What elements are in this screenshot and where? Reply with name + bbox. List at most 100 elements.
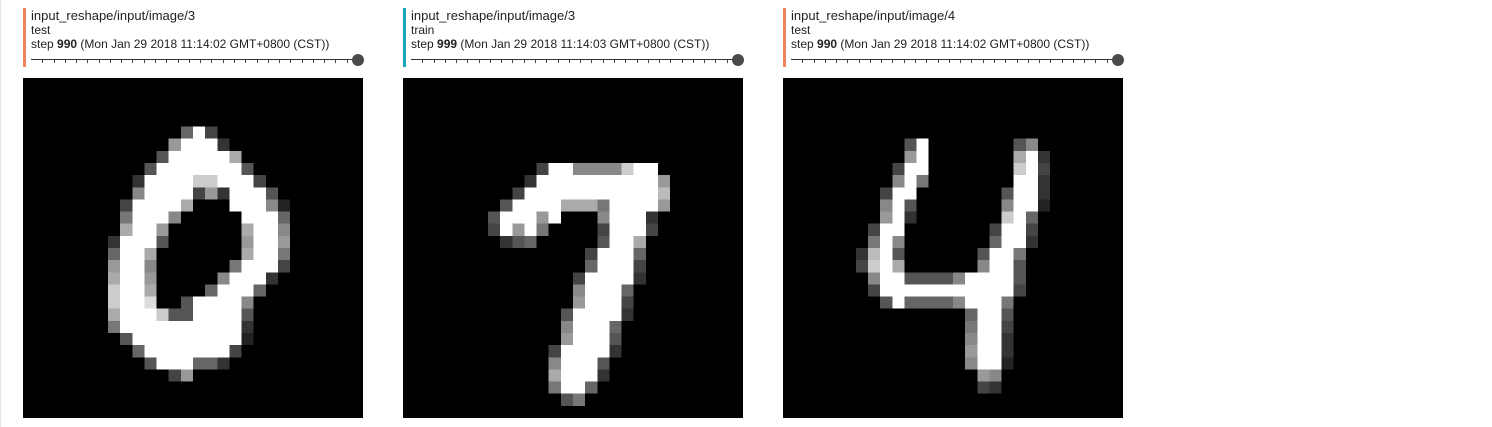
step-info: step 990 (Mon Jan 29 2018 11:14:02 GMT+0…	[791, 37, 1128, 51]
slider-tick	[1084, 60, 1085, 63]
slider-tick	[637, 60, 638, 63]
step-info: step 999 (Mon Jan 29 2018 11:14:03 GMT+0…	[411, 37, 748, 51]
slider-tick	[223, 60, 224, 63]
slider-tick	[434, 60, 435, 63]
slider-tick	[99, 60, 100, 63]
slider-tick	[234, 60, 235, 63]
slider-tick	[825, 60, 826, 63]
slider-tick	[490, 60, 491, 63]
slider-tick	[994, 60, 995, 63]
slider-tick	[569, 60, 570, 63]
slider-tick	[659, 60, 660, 63]
step-timestamp: (Mon Jan 29 2018 11:14:02 GMT+0800 (CST)…	[80, 37, 330, 51]
slider-tick	[290, 60, 291, 63]
slider-tick	[693, 60, 694, 63]
slider-tick	[814, 60, 815, 63]
slider-tick	[558, 60, 559, 63]
slider-tick	[178, 60, 179, 63]
slider-tick	[279, 60, 280, 63]
slider-knob[interactable]	[352, 54, 364, 66]
image-display	[23, 78, 363, 418]
slider-tick	[200, 60, 201, 63]
run-name: train	[411, 23, 435, 37]
slider-tick	[257, 60, 258, 63]
step-number: 990	[57, 37, 78, 51]
slider-tick	[960, 60, 961, 63]
slider-tick	[110, 60, 111, 63]
slider-tick	[324, 60, 325, 63]
slider-tick	[347, 60, 348, 63]
slider-knob[interactable]	[732, 54, 744, 66]
slider-tick	[42, 60, 43, 63]
step-number: 999	[437, 37, 458, 51]
slider-tick	[1062, 60, 1063, 63]
slider-tick	[501, 60, 502, 63]
step-timestamp: (Mon Jan 29 2018 11:14:02 GMT+0800 (CST)…	[840, 37, 1090, 51]
step-timestamp: (Mon Jan 29 2018 11:14:03 GMT+0800 (CST)…	[460, 37, 710, 51]
slider-tick	[938, 60, 939, 63]
slider-tick	[847, 60, 848, 63]
slider-tick	[682, 60, 683, 63]
slider-tick	[54, 60, 55, 63]
run-color-bar	[23, 8, 26, 67]
slider-tick	[836, 60, 837, 63]
slider-tick	[892, 60, 893, 63]
slider-tick	[422, 60, 423, 63]
image-dashboard: input_reshape/input/image/3 test step 99…	[0, 0, 1492, 427]
digit-image	[783, 78, 1123, 418]
slider-tick	[580, 60, 581, 63]
slider-tick	[155, 60, 156, 63]
slider-tick	[467, 60, 468, 63]
slider-tick	[211, 60, 212, 63]
slider-tick	[614, 60, 615, 63]
slider-tick	[648, 60, 649, 63]
run-name: test	[791, 23, 811, 37]
slider-tick	[546, 60, 547, 63]
slider-track[interactable]	[791, 59, 1118, 60]
slider-tick	[1095, 60, 1096, 63]
slider-tick	[904, 60, 905, 63]
panel-divider	[0, 0, 1, 427]
slider-tick	[881, 60, 882, 63]
slider-tick	[704, 60, 705, 63]
step-slider[interactable]	[791, 53, 1124, 67]
slider-tick	[926, 60, 927, 63]
step-slider[interactable]	[411, 53, 744, 67]
slider-tick	[983, 60, 984, 63]
run-color-bar	[403, 8, 406, 67]
slider-tick	[302, 60, 303, 63]
slider-tick	[512, 60, 513, 63]
slider-tick	[189, 60, 190, 63]
slider-tick	[670, 60, 671, 63]
slider-tick	[915, 60, 916, 63]
image-card-3: input_reshape/input/image/4 test step 99…	[783, 8, 1128, 418]
slider-tick	[121, 60, 122, 63]
step-prefix: step	[411, 37, 434, 51]
slider-tick	[524, 60, 525, 63]
slider-track[interactable]	[31, 59, 358, 60]
digit-image	[403, 78, 743, 418]
image-card-1: input_reshape/input/image/3 test step 99…	[23, 8, 368, 418]
step-prefix: step	[791, 37, 814, 51]
slider-tick	[727, 60, 728, 63]
slider-tick	[1028, 60, 1029, 63]
step-info: step 990 (Mon Jan 29 2018 11:14:02 GMT+0…	[31, 37, 368, 51]
slider-tick	[456, 60, 457, 63]
image-tag: input_reshape/input/image/3	[411, 8, 576, 23]
slider-tick	[245, 60, 246, 63]
card-header: input_reshape/input/image/4 test step 99…	[783, 8, 1128, 67]
slider-tick	[335, 60, 336, 63]
slider-tick	[535, 60, 536, 63]
slider-tick	[1039, 60, 1040, 63]
slider-tick	[1073, 60, 1074, 63]
slider-tick	[166, 60, 167, 63]
step-slider[interactable]	[31, 53, 364, 67]
slider-track[interactable]	[411, 59, 738, 60]
run-name: test	[31, 23, 51, 37]
slider-tick	[1050, 60, 1051, 63]
slider-tick	[65, 60, 66, 63]
slider-tick	[603, 60, 604, 63]
slider-tick	[1017, 60, 1018, 63]
image-tag: input_reshape/input/image/3	[31, 8, 196, 23]
slider-knob[interactable]	[1112, 54, 1124, 66]
